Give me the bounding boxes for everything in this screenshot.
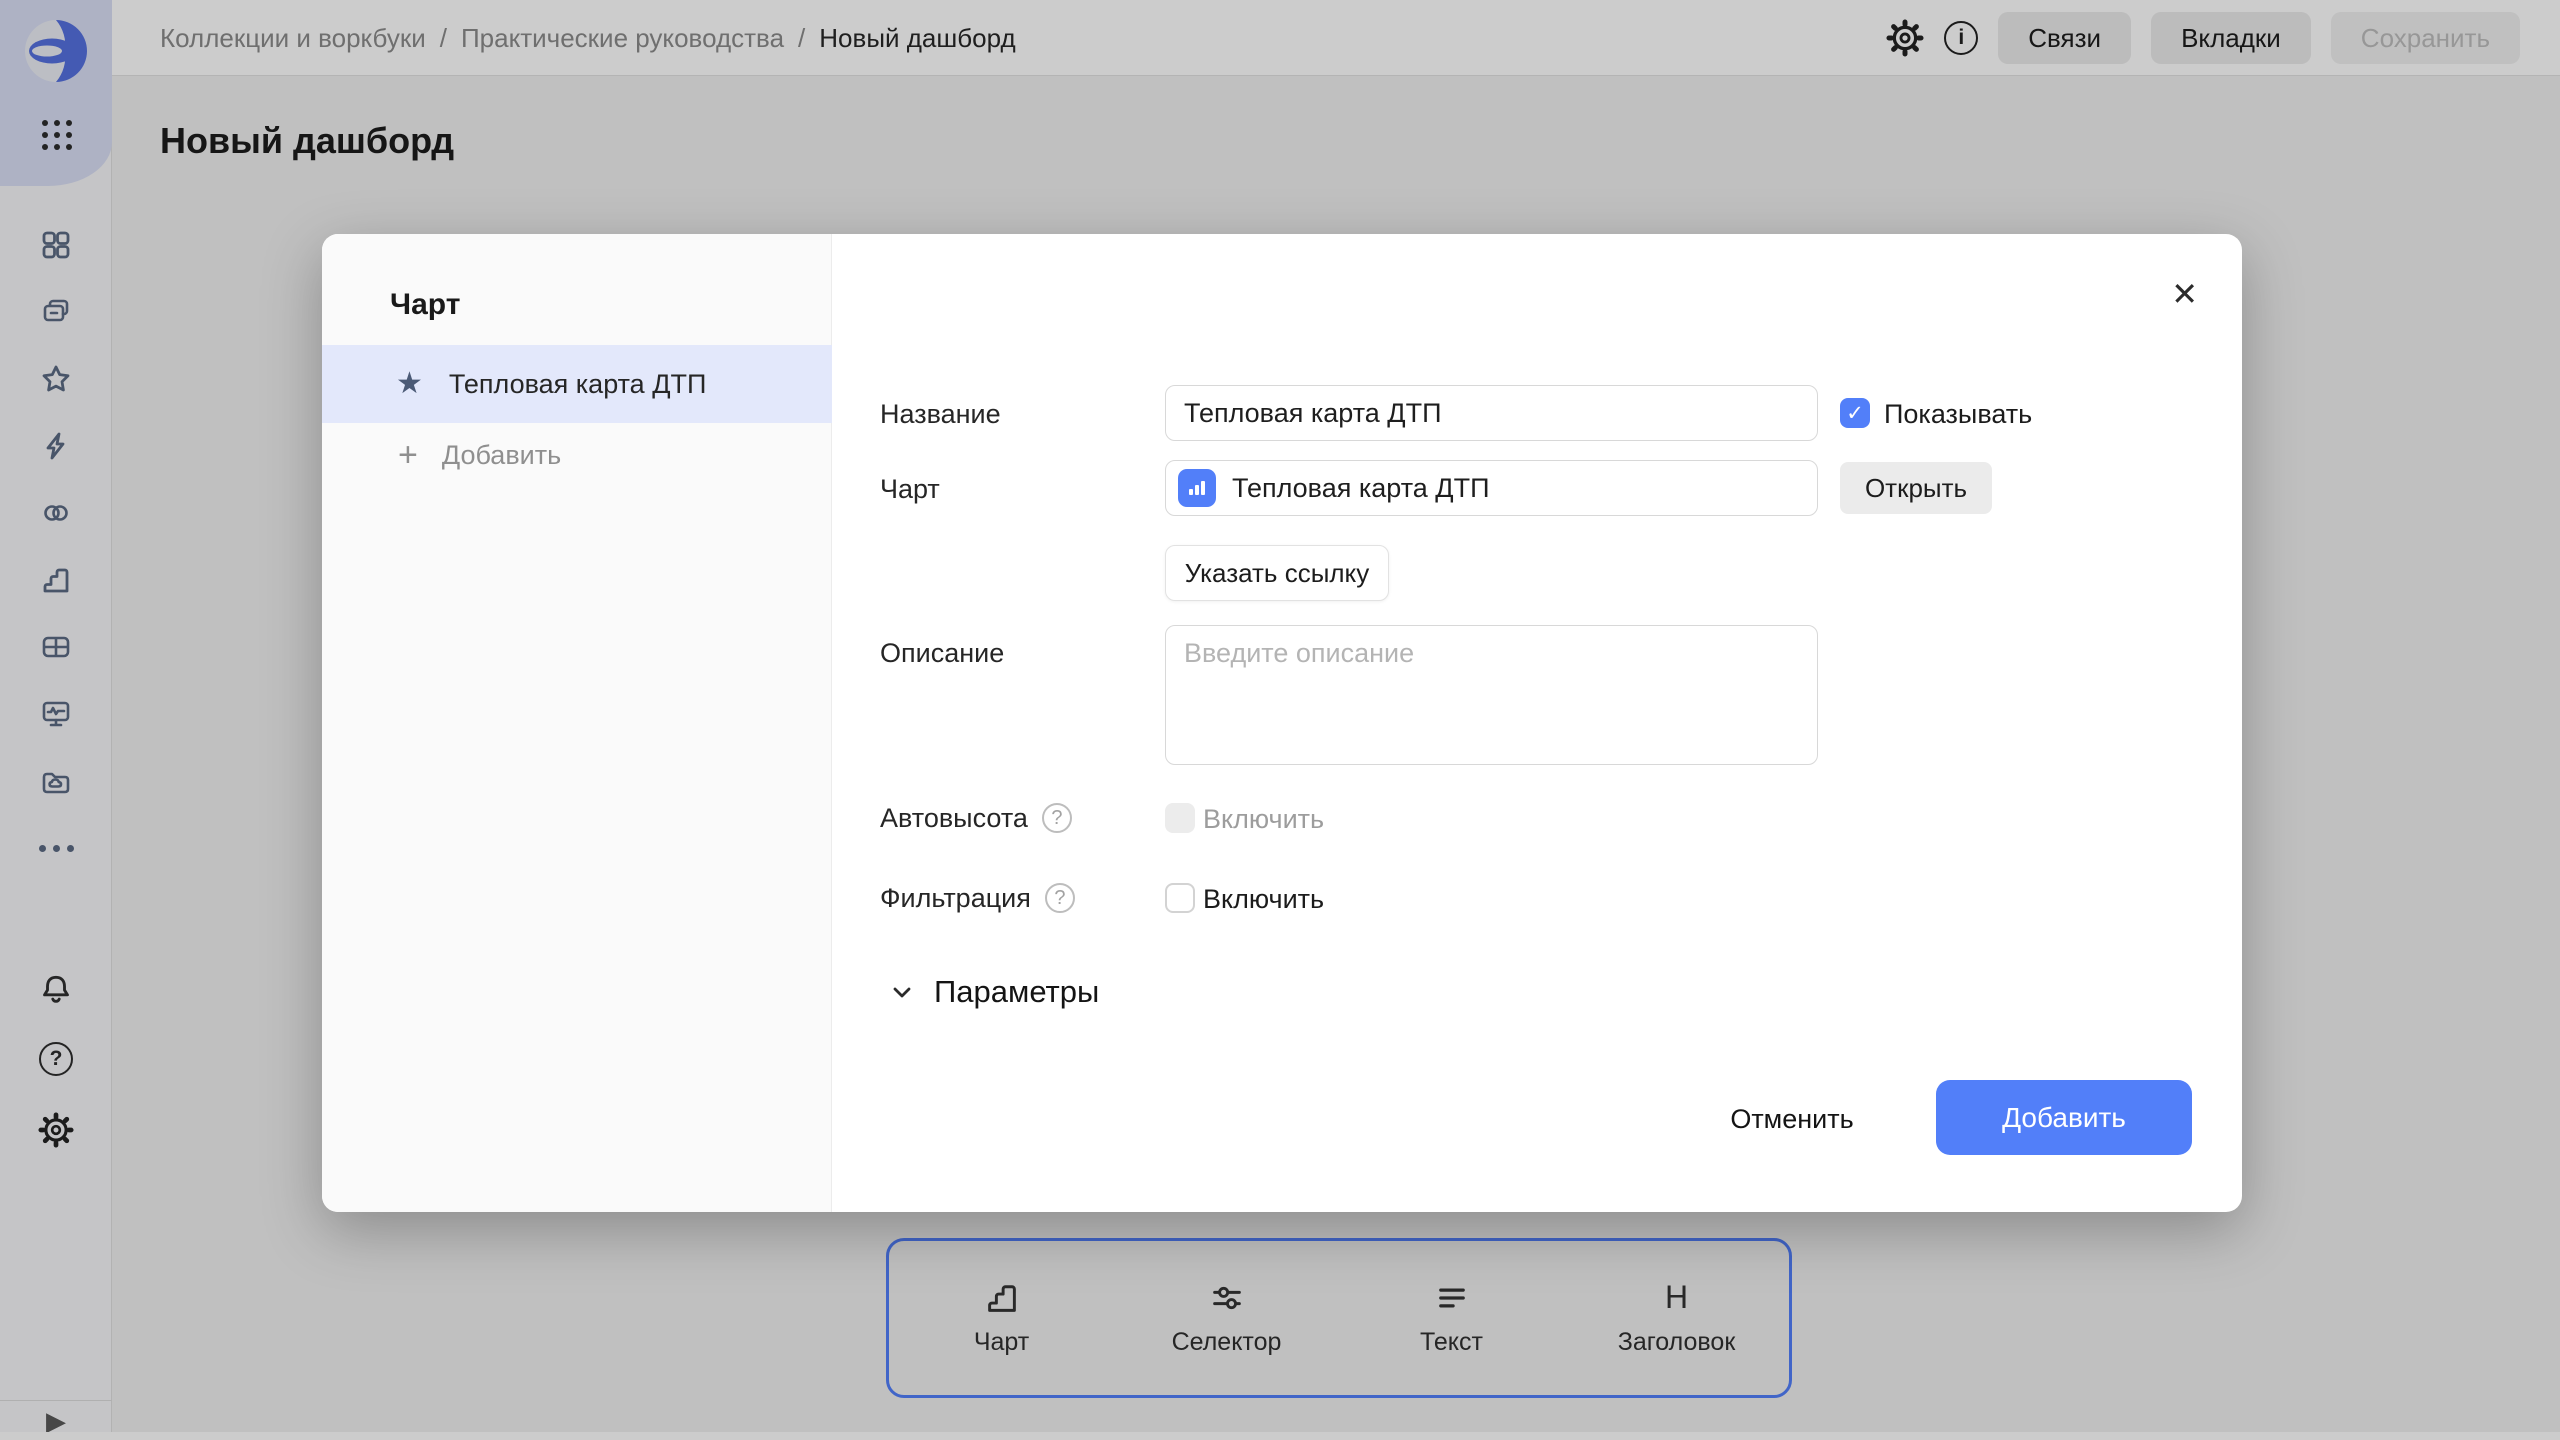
chart-select-value: Тепловая карта ДТП: [1232, 473, 1489, 504]
list-item-label: Тепловая карта ДТП: [449, 369, 706, 400]
plus-icon: +: [398, 438, 418, 472]
parameters-section-toggle[interactable]: Параметры: [888, 974, 1099, 1010]
chart-select-field[interactable]: Тепловая карта ДТП: [1165, 460, 1818, 516]
cancel-button[interactable]: Отменить: [1722, 1092, 1862, 1146]
autoheight-checkbox[interactable]: [1165, 803, 1195, 833]
add-chart-dialog: Чарт ★ Тепловая карта ДТП + Добавить ✕ Н…: [322, 234, 2242, 1212]
question-icon[interactable]: ?: [1045, 883, 1075, 913]
filtering-checkbox[interactable]: [1165, 883, 1195, 913]
name-input[interactable]: [1165, 385, 1818, 441]
star-icon: ★: [396, 369, 423, 399]
parameters-section-label: Параметры: [934, 974, 1099, 1010]
autoheight-checkbox-label: Включить: [1203, 804, 1324, 835]
chart-widget-icon: [1178, 469, 1216, 507]
autoheight-label: Автовысота ?: [880, 803, 1072, 833]
dialog-title: Чарт: [390, 288, 460, 322]
open-button[interactable]: Открыть: [1840, 462, 1992, 514]
description-textarea[interactable]: [1165, 625, 1818, 765]
filtering-label: Фильтрация ?: [880, 883, 1075, 913]
screen: Коллекции и воркбуки / Практические руко…: [0, 0, 2560, 1440]
show-checkbox-label[interactable]: Показывать: [1884, 399, 2032, 430]
check-icon: ✓: [1846, 401, 1864, 426]
chart-label: Чарт: [880, 474, 940, 504]
description-label: Описание: [880, 638, 1004, 668]
question-icon[interactable]: ?: [1042, 803, 1072, 833]
name-label: Название: [880, 399, 1001, 429]
dialog-left-panel: Чарт ★ Тепловая карта ДТП + Добавить: [322, 234, 832, 1212]
close-icon[interactable]: ✕: [2171, 278, 2198, 310]
specify-link-button[interactable]: Указать ссылку: [1165, 545, 1389, 601]
list-item-selected[interactable]: ★ Тепловая карта ДТП: [322, 345, 832, 423]
filtering-checkbox-label[interactable]: Включить: [1203, 884, 1324, 915]
chevron-down-icon: [888, 978, 916, 1006]
add-item-label: Добавить: [442, 440, 561, 471]
show-checkbox[interactable]: ✓: [1840, 398, 1870, 428]
add-button[interactable]: Добавить: [1936, 1080, 2192, 1155]
add-item-button[interactable]: + Добавить: [322, 423, 832, 487]
